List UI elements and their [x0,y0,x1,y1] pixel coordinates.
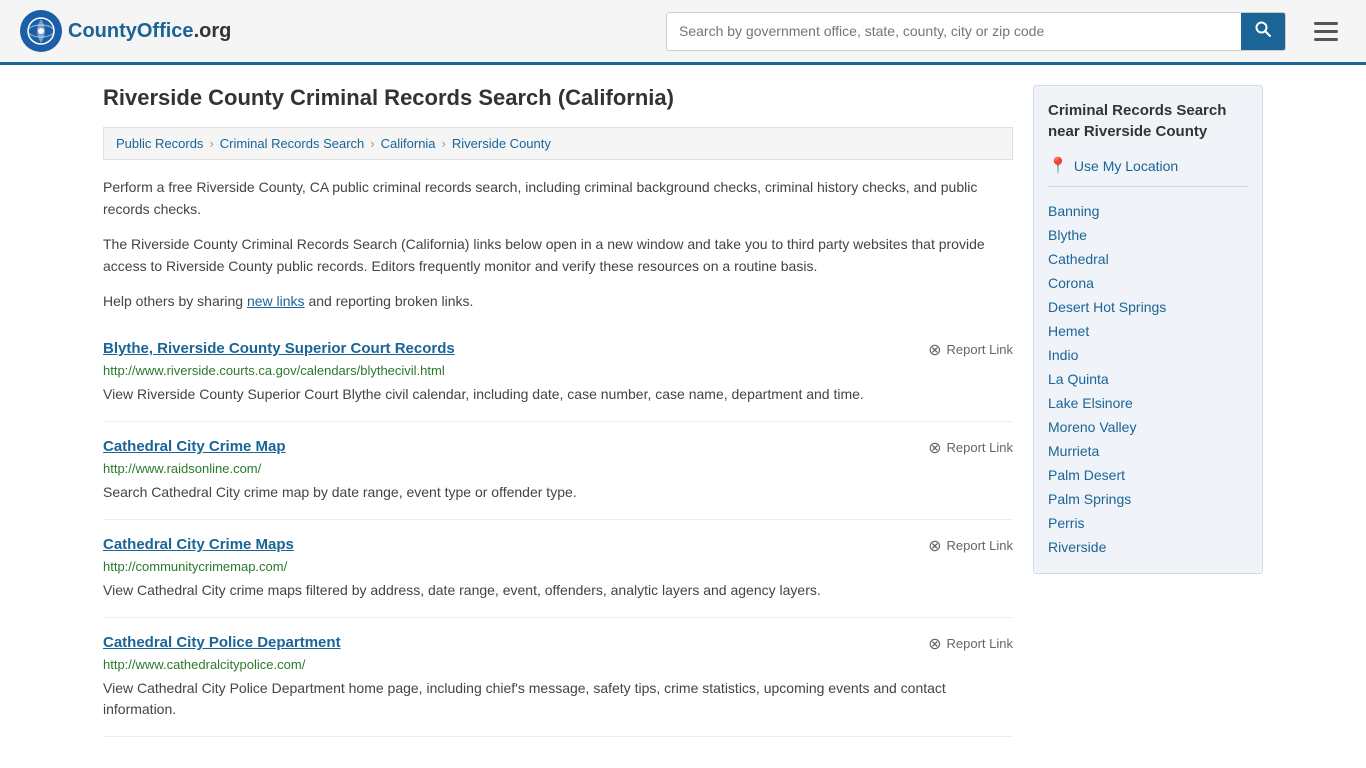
sidebar-city-indio[interactable]: Indio [1048,347,1078,363]
sidebar-list-item: Lake Elsinore [1048,391,1248,415]
sidebar-list-item: Palm Springs [1048,487,1248,511]
sidebar-city-murrieta[interactable]: Murrieta [1048,443,1099,459]
use-my-location-link[interactable]: Use My Location [1074,158,1178,174]
result-header: Cathedral City Crime Maps ⊗ Report Link [103,536,1013,556]
report-link-0[interactable]: ⊗ Report Link [928,340,1013,360]
results-list: Blythe, Riverside County Superior Court … [103,324,1013,737]
breadcrumb-criminal-records-search[interactable]: Criminal Records Search [220,136,365,151]
description-para-3: Help others by sharing new links and rep… [103,290,1013,312]
description-para-2: The Riverside County Criminal Records Se… [103,233,1013,278]
result-item: Cathedral City Crime Map ⊗ Report Link h… [103,422,1013,520]
sidebar-city-lake-elsinore[interactable]: Lake Elsinore [1048,395,1133,411]
sidebar-list-item: Blythe [1048,223,1248,247]
report-link-label-3: Report Link [947,636,1013,651]
search-bar [666,12,1286,51]
result-desc-0: View Riverside County Superior Court Bly… [103,384,1013,405]
report-icon-0: ⊗ [928,340,941,360]
sidebar-city-perris[interactable]: Perris [1048,515,1085,531]
result-header: Cathedral City Police Department ⊗ Repor… [103,634,1013,654]
result-title-3[interactable]: Cathedral City Police Department [103,634,341,651]
result-url-1: http://www.raidsonline.com/ [103,461,1013,476]
result-item: Blythe, Riverside County Superior Court … [103,324,1013,422]
breadcrumb-public-records[interactable]: Public Records [116,136,203,151]
report-link-2[interactable]: ⊗ Report Link [928,536,1013,556]
sidebar-list-item: Desert Hot Springs [1048,295,1248,319]
report-link-1[interactable]: ⊗ Report Link [928,438,1013,458]
breadcrumb-sep-2: › [370,136,374,151]
sidebar-city-hemet[interactable]: Hemet [1048,323,1089,339]
report-link-label-2: Report Link [947,538,1013,553]
report-link-label-0: Report Link [947,342,1013,357]
logo-link[interactable]: CountyOffice.org [20,10,231,52]
sidebar-list-item: Indio [1048,343,1248,367]
breadcrumb: Public Records › Criminal Records Search… [103,127,1013,160]
result-url-3: http://www.cathedralcitypolice.com/ [103,657,1013,672]
sidebar-list-item: Moreno Valley [1048,415,1248,439]
result-title-2[interactable]: Cathedral City Crime Maps [103,536,294,553]
sidebar-list-item: Murrieta [1048,439,1248,463]
result-url-0: http://www.riverside.courts.ca.gov/calen… [103,363,1013,378]
search-button[interactable] [1241,13,1285,50]
description-para-3-suffix: and reporting broken links. [305,293,474,309]
result-desc-3: View Cathedral City Police Department ho… [103,678,1013,720]
description-para-3-prefix: Help others by sharing [103,293,247,309]
result-desc-1: Search Cathedral City crime map by date … [103,482,1013,503]
breadcrumb-sep-3: › [442,136,446,151]
description-para-1: Perform a free Riverside County, CA publ… [103,176,1013,221]
breadcrumb-california[interactable]: California [381,136,436,151]
report-icon-1: ⊗ [928,438,941,458]
sidebar-list-item: Riverside [1048,535,1248,559]
result-item: Cathedral City Police Department ⊗ Repor… [103,618,1013,737]
sidebar-city-palm-desert[interactable]: Palm Desert [1048,467,1125,483]
sidebar-city-corona[interactable]: Corona [1048,275,1094,291]
breadcrumb-sep-1: › [209,136,213,151]
new-links-link[interactable]: new links [247,293,305,309]
logo-text: CountyOffice.org [68,20,231,43]
location-pin-icon: 📍 [1048,156,1068,176]
logo-icon [20,10,62,52]
breadcrumb-riverside-county[interactable]: Riverside County [452,136,551,151]
report-icon-2: ⊗ [928,536,941,556]
hamburger-menu-button[interactable] [1306,14,1346,49]
main-container: Riverside County Criminal Records Search… [83,65,1283,757]
search-input[interactable] [667,13,1241,50]
report-icon-3: ⊗ [928,634,941,654]
sidebar-city-list: Banning Blythe Cathedral Corona Desert Hot S… [1048,199,1248,559]
sidebar-city-blythe[interactable]: Blythe [1048,227,1087,243]
sidebar-city-riverside[interactable]: Riverside [1048,539,1106,555]
result-header: Cathedral City Crime Map ⊗ Report Link [103,438,1013,458]
site-header: CountyOffice.org [0,0,1366,65]
main-content: Riverside County Criminal Records Search… [103,85,1013,737]
sidebar-list-item: Hemet [1048,319,1248,343]
result-item: Cathedral City Crime Maps ⊗ Report Link … [103,520,1013,618]
result-title-1[interactable]: Cathedral City Crime Map [103,438,286,455]
sidebar-city-palm-springs[interactable]: Palm Springs [1048,491,1131,507]
sidebar-city-desert-hot-springs[interactable]: Desert Hot Springs [1048,299,1166,315]
sidebar-location: 📍 Use My Location [1048,156,1248,187]
sidebar-list-item: Perris [1048,511,1248,535]
report-link-3[interactable]: ⊗ Report Link [928,634,1013,654]
result-desc-2: View Cathedral City crime maps filtered … [103,580,1013,601]
result-title-0[interactable]: Blythe, Riverside County Superior Court … [103,340,455,357]
sidebar-city-banning[interactable]: Banning [1048,203,1099,219]
sidebar: Criminal Records Search near Riverside C… [1033,85,1263,737]
sidebar-list-item: Banning [1048,199,1248,223]
sidebar-title: Criminal Records Search near Riverside C… [1048,100,1248,142]
sidebar-list-item: La Quinta [1048,367,1248,391]
sidebar-city-la-quinta[interactable]: La Quinta [1048,371,1109,387]
hamburger-line-2 [1314,30,1338,33]
report-link-label-1: Report Link [947,440,1013,455]
sidebar-list-item: Corona [1048,271,1248,295]
page-title: Riverside County Criminal Records Search… [103,85,1013,111]
hamburger-line-1 [1314,22,1338,25]
result-url-2: http://communitycrimemap.com/ [103,559,1013,574]
sidebar-list-item: Cathedral [1048,247,1248,271]
sidebar-city-cathedral[interactable]: Cathedral [1048,251,1109,267]
sidebar-list-item: Palm Desert [1048,463,1248,487]
result-header: Blythe, Riverside County Superior Court … [103,340,1013,360]
sidebar-box: Criminal Records Search near Riverside C… [1033,85,1263,574]
hamburger-line-3 [1314,38,1338,41]
sidebar-city-moreno-valley[interactable]: Moreno Valley [1048,419,1136,435]
